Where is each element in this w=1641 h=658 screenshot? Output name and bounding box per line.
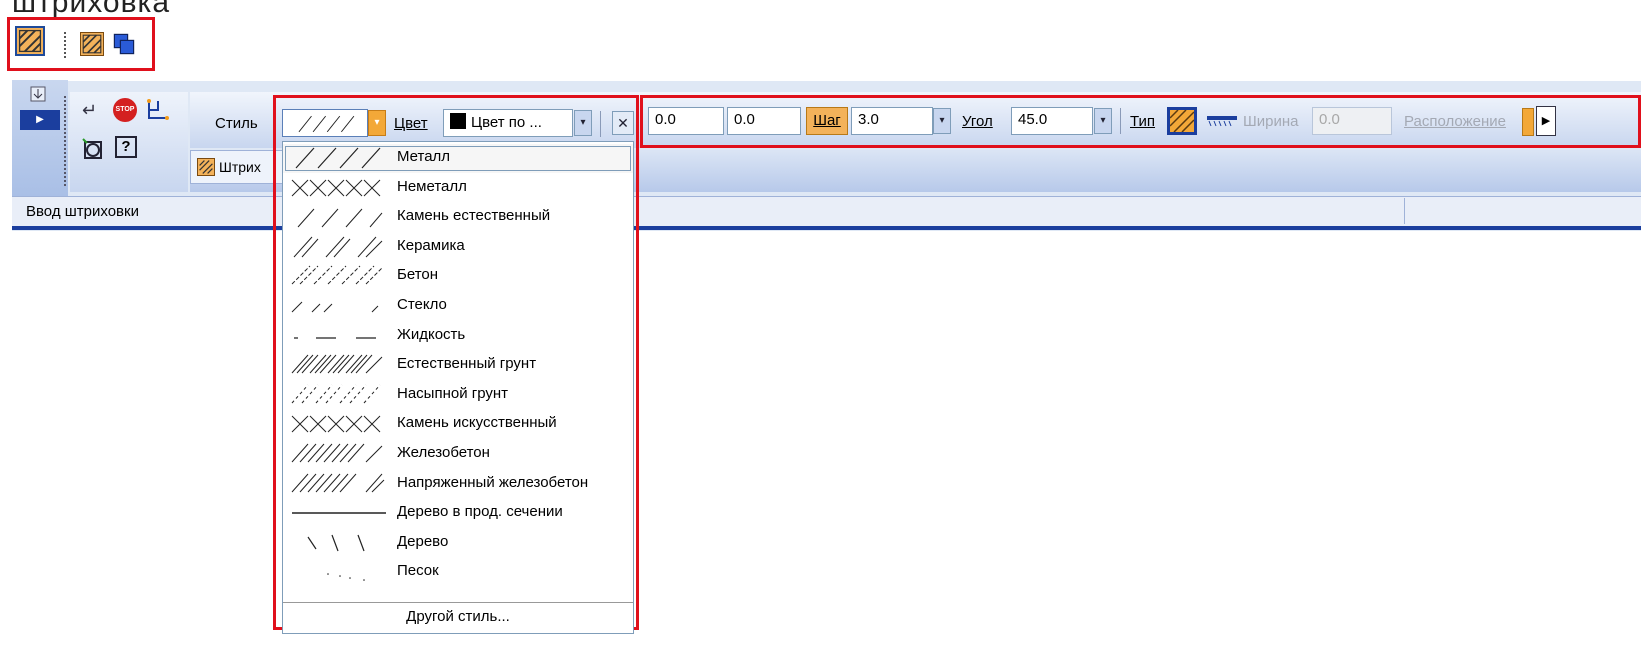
- pattern-sample-icon: [288, 205, 388, 229]
- style-option[interactable]: Дерево: [283, 529, 633, 558]
- pattern-sample-icon: [288, 472, 388, 496]
- status-text: Ввод штриховки: [26, 203, 139, 220]
- pattern-sample-icon: [288, 235, 388, 259]
- panel-expand-icon[interactable]: ▶: [20, 110, 60, 130]
- style-option[interactable]: Дерево в прод. сечении: [283, 499, 633, 528]
- status-divider: [1404, 198, 1405, 224]
- style-option[interactable]: Железобетон: [283, 440, 633, 469]
- pattern-sample-icon: [288, 501, 388, 525]
- style-option[interactable]: Бетон: [283, 262, 633, 291]
- stop-icon[interactable]: STOP: [113, 98, 137, 122]
- style-option-label: Дерево в прод. сечении: [397, 503, 563, 521]
- pattern-sample-icon: [288, 383, 388, 407]
- pattern-sample-icon: [288, 146, 388, 170]
- select-contour-icon[interactable]: [145, 98, 171, 122]
- style-option-label: Жидкость: [397, 325, 466, 343]
- pattern-sample-icon: [288, 294, 388, 318]
- tab-hatch-icon: [197, 158, 215, 176]
- style-option-label: Железобетон: [397, 444, 490, 461]
- pattern-sample-icon: [288, 531, 388, 555]
- style-option[interactable]: Неметалл: [283, 174, 633, 203]
- style-option-label: Напряженный железобетон: [397, 473, 589, 491]
- highlight-numeric-fields: [640, 95, 1641, 148]
- style-option[interactable]: Камень искусственный: [283, 410, 633, 439]
- panel-bottom-border: [12, 226, 1641, 230]
- style-option-label: Камень естественный: [397, 207, 551, 225]
- style-option[interactable]: Камень естественный: [283, 203, 633, 232]
- pattern-sample-icon: [288, 324, 388, 348]
- style-option-label: Керамика: [397, 236, 465, 254]
- style-option-label: Камень искусственный: [397, 414, 557, 432]
- style-option-label: Металл: [397, 148, 451, 165]
- style-option[interactable]: Естественный грунт: [283, 351, 633, 380]
- pattern-sample-icon: [288, 412, 388, 436]
- fill-icon[interactable]: [112, 32, 136, 56]
- style-option-label: Естественный грунт: [397, 355, 537, 373]
- help-icon[interactable]: ?: [115, 136, 137, 158]
- style-option[interactable]: Металл: [283, 144, 633, 173]
- style-option[interactable]: Жидкость: [283, 322, 633, 351]
- pattern-sample-icon: [288, 442, 388, 466]
- style-label: Стиль: [215, 115, 258, 132]
- enter-icon[interactable]: ↵: [82, 100, 106, 120]
- style-option[interactable]: Стекло: [283, 292, 633, 321]
- style-option[interactable]: Насыпной грунт: [283, 381, 633, 410]
- style-option-label: Стекло: [397, 296, 447, 313]
- style-option-label: Песок: [397, 562, 439, 580]
- style-option-label: Насыпной грунт: [397, 384, 509, 402]
- tab-hatch[interactable]: Штрих: [190, 150, 286, 184]
- panel-pin-icon[interactable]: [28, 84, 48, 104]
- tab-hatch-label: Штрих: [219, 159, 261, 175]
- style-option[interactable]: Напряженный железобетон: [283, 470, 633, 499]
- style-dropdown-list: Металл Неметалл Камень естественный Керамик…: [282, 141, 634, 634]
- style-option-label: Неметалл: [397, 177, 467, 195]
- toolbar-grip: [64, 32, 69, 58]
- hatch-icon[interactable]: [80, 32, 104, 56]
- status-bar: [12, 196, 1641, 227]
- hatch-mode-icon[interactable]: [15, 26, 45, 56]
- style-option-label: Дерево: [397, 532, 449, 550]
- pattern-sample-icon: [288, 176, 388, 200]
- other-style-option[interactable]: Другой стиль...: [283, 602, 633, 630]
- pattern-sample-icon: [288, 353, 388, 377]
- group-grip: [64, 96, 68, 186]
- style-option[interactable]: Керамика: [283, 233, 633, 262]
- boundary-icon[interactable]: [80, 136, 106, 162]
- style-option-label: Бетон: [397, 266, 439, 284]
- pattern-sample-icon: [288, 264, 388, 288]
- style-option[interactable]: Песок: [283, 558, 633, 587]
- pattern-sample-icon: [288, 560, 388, 584]
